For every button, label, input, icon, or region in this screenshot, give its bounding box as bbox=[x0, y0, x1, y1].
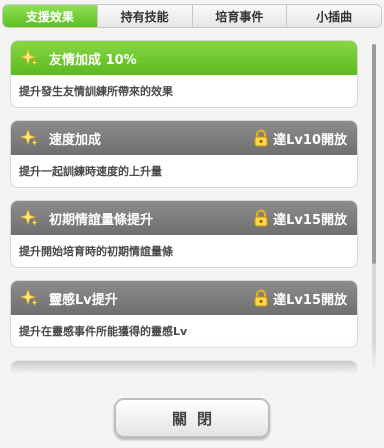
tab-training-events[interactable]: 培育事件 bbox=[192, 5, 288, 27]
unlock-requirement: 達Lv15開放 bbox=[253, 289, 347, 308]
effect-card-speed: 速度加成 達Lv10開放 提升一起訓練時速度的上升量 bbox=[10, 120, 358, 188]
tab-skills[interactable]: 持有技能 bbox=[97, 5, 193, 27]
tab-episodes[interactable]: 小插曲 bbox=[287, 5, 381, 27]
unlock-text: 達Lv15開放 bbox=[273, 292, 347, 308]
effect-list[interactable]: 友情加成 10% 提升發生友情訓練所帶來的效果 速度加成 達Lv10開放 提升一… bbox=[10, 40, 366, 380]
tab-support-effect[interactable]: 支援效果 bbox=[3, 5, 98, 27]
effect-description: 提升開始培育時的初期情誼量條 bbox=[19, 245, 173, 258]
unlock-requirement: 達Lv15開放 bbox=[253, 369, 347, 381]
effect-description: 提升一起訓練時速度的上升量 bbox=[19, 165, 162, 178]
effect-header: 初期情誼量條提升 達Lv15開放 bbox=[11, 201, 357, 235]
sparkle-icon bbox=[19, 208, 39, 228]
effect-header: 友情加成 10% bbox=[11, 41, 357, 75]
unlock-text: 達Lv15開放 bbox=[273, 212, 347, 228]
sparkle-icon bbox=[19, 368, 39, 380]
lock-icon bbox=[254, 129, 268, 147]
effect-header: 靈感Lv提升 達Lv15開放 bbox=[11, 281, 357, 315]
close-button[interactable]: 關閉 bbox=[114, 398, 270, 438]
effect-title: 靈感發生率提升 bbox=[49, 372, 141, 381]
sparkle-icon bbox=[19, 288, 39, 308]
effect-title: 速度加成 bbox=[49, 132, 102, 148]
lock-icon bbox=[254, 289, 268, 307]
effect-title: 初期情誼量條提升 bbox=[49, 212, 154, 228]
effect-card-hint-level: 靈感Lv提升 達Lv15開放 提升在靈感事件所能獲得的靈感Lv bbox=[10, 280, 358, 348]
sparkle-icon bbox=[19, 128, 39, 148]
effect-title: 友情加成 10% bbox=[49, 52, 137, 68]
unlock-text: 達Lv10開放 bbox=[273, 132, 347, 148]
effect-card-hint-rate: 靈感發生率提升 達Lv15開放 bbox=[10, 360, 358, 380]
effect-description: 提升在靈感事件所能獲得的靈感Lv bbox=[19, 325, 188, 338]
sparkle-icon bbox=[19, 48, 39, 68]
effect-title: 靈感Lv提升 bbox=[49, 292, 118, 308]
unlock-text: 達Lv15開放 bbox=[273, 372, 347, 381]
tab-bar: 支援效果 持有技能 培育事件 小插曲 bbox=[2, 4, 382, 28]
effect-header: 速度加成 達Lv10開放 bbox=[11, 121, 357, 155]
effect-header: 靈感發生率提升 達Lv15開放 bbox=[11, 361, 357, 380]
effect-card-initial-bond: 初期情誼量條提升 達Lv15開放 提升開始培育時的初期情誼量條 bbox=[10, 200, 358, 268]
scrollbar-thumb[interactable] bbox=[372, 44, 376, 264]
unlock-requirement: 達Lv15開放 bbox=[253, 209, 347, 228]
effect-description: 提升發生友情訓練所帶來的效果 bbox=[19, 85, 173, 98]
unlock-requirement: 達Lv10開放 bbox=[253, 129, 347, 148]
scrollbar[interactable] bbox=[372, 44, 376, 370]
lock-icon bbox=[254, 209, 268, 227]
effect-card-friendship: 友情加成 10% 提升發生友情訓練所帶來的效果 bbox=[10, 40, 358, 108]
lock-icon bbox=[254, 369, 268, 380]
